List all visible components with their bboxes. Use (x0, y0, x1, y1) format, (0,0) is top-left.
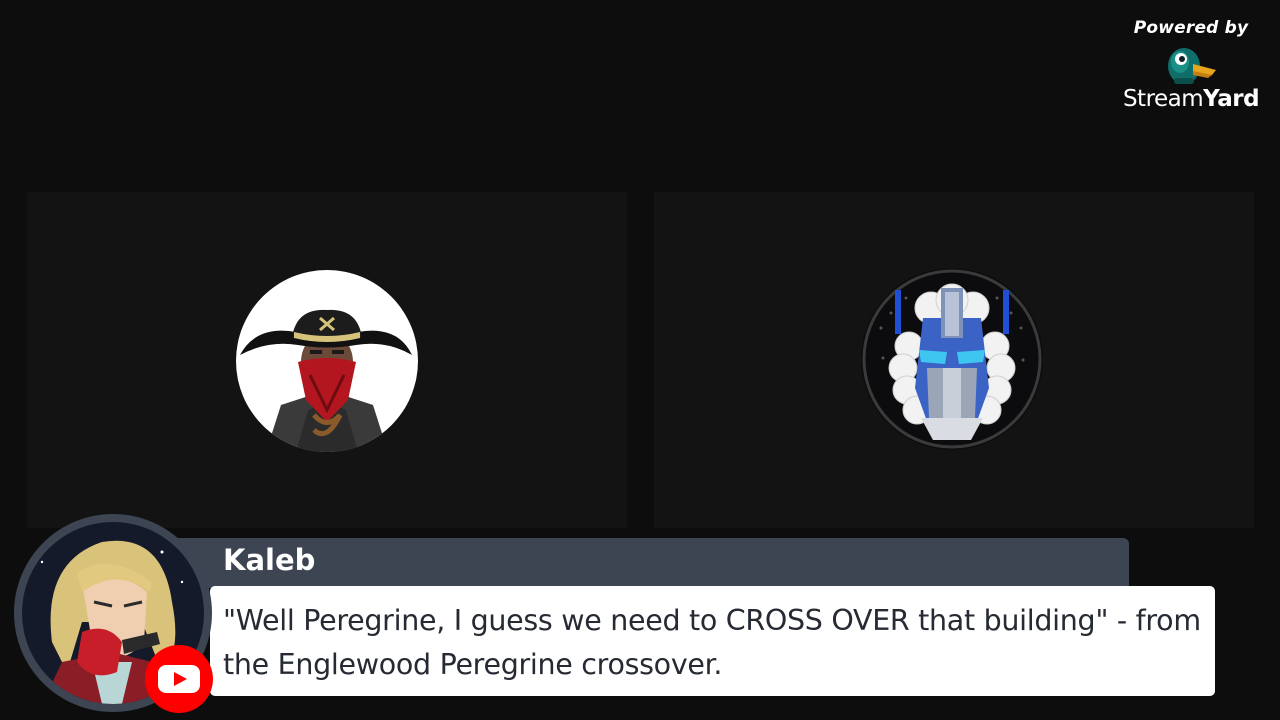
cowboy-masked-avatar (236, 270, 418, 452)
comment-message: "Well Peregrine, I guess we need to CROS… (223, 604, 1201, 681)
comment-author: Kaleb (223, 543, 316, 577)
stream-canvas: Powered by StreamYard Kaleb "Well Peregr… (0, 0, 1280, 720)
streamyard-branding: Powered by StreamYard (1116, 18, 1266, 112)
powered-by-label: Powered by (1133, 18, 1249, 38)
brand-name: StreamYard (1116, 86, 1266, 112)
participant-tile-2[interactable] (654, 192, 1254, 528)
youtube-badge (145, 645, 213, 713)
brand-name-part2: Yard (1203, 86, 1260, 112)
comment-message-box: "Well Peregrine, I guess we need to CROS… (210, 586, 1215, 696)
robot-judge-avatar (861, 268, 1043, 450)
brand-name-part1: Stream (1122, 86, 1204, 112)
participant-tile-1[interactable] (27, 192, 627, 528)
duck-logo-icon (1168, 48, 1216, 84)
participant-avatar-1 (236, 270, 418, 452)
youtube-icon (158, 665, 200, 693)
participant-avatar-2 (861, 268, 1043, 450)
